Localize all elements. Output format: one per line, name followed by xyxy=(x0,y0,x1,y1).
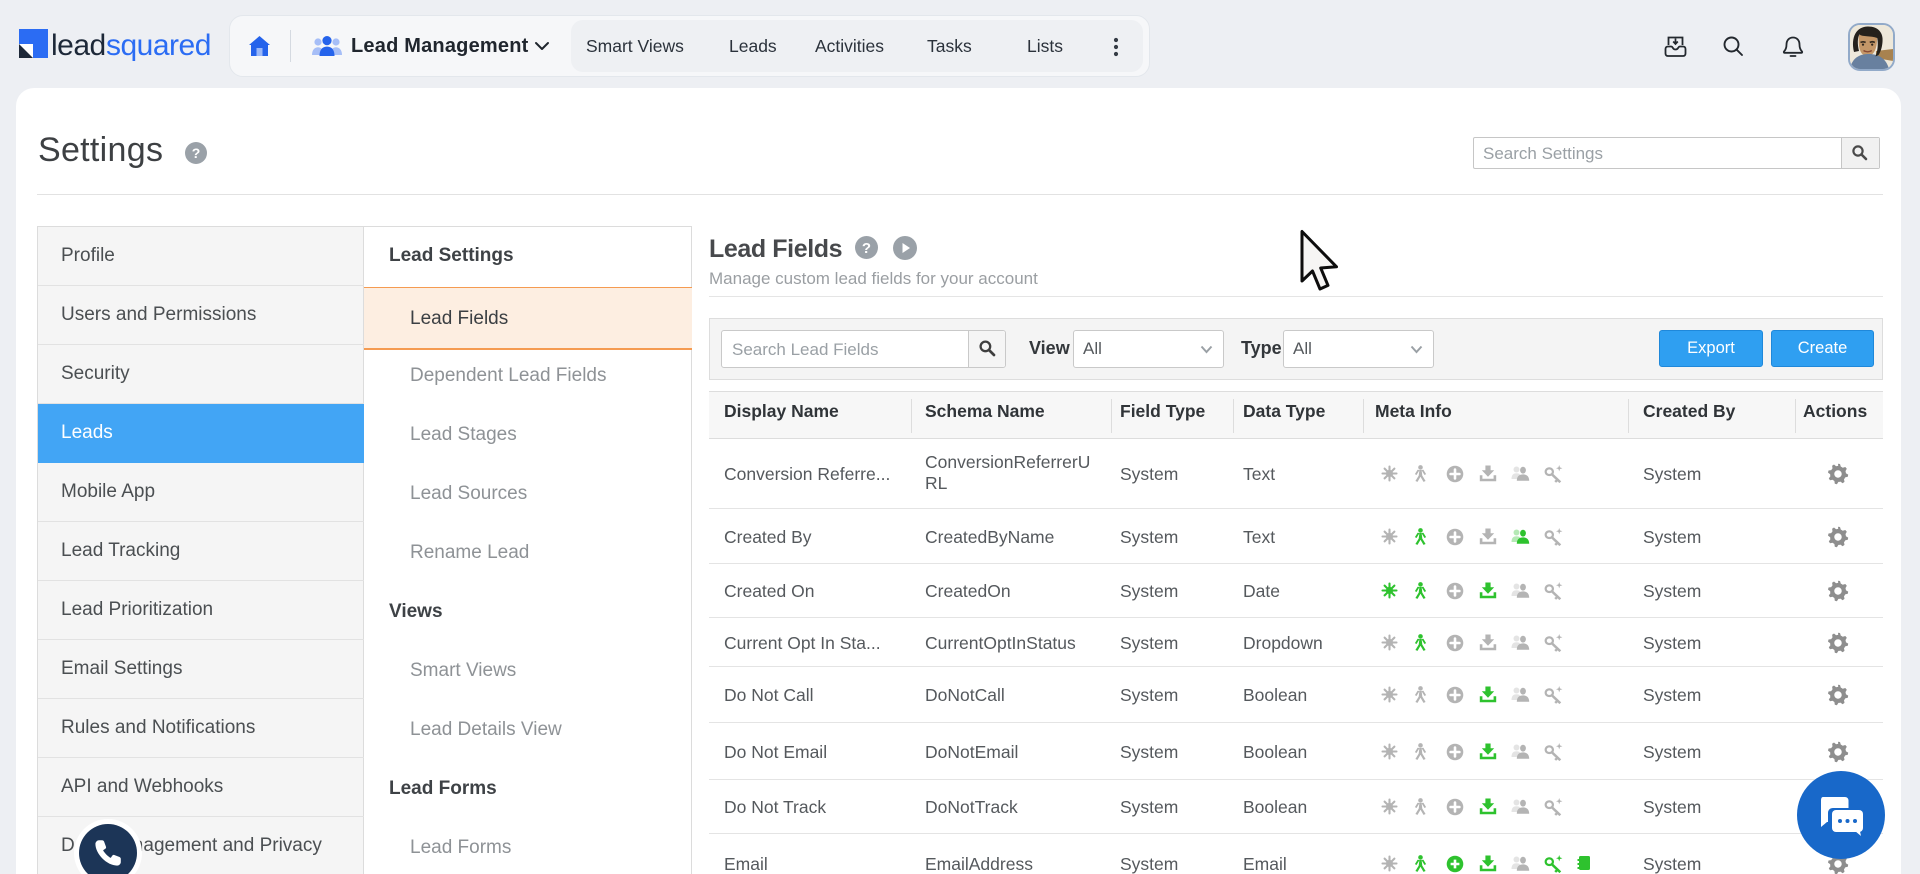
svg-text:squared: squared xyxy=(106,29,211,61)
svg-text:?: ? xyxy=(192,145,201,161)
svg-text:?: ? xyxy=(862,240,871,257)
svg-text:lead: lead xyxy=(51,29,106,61)
